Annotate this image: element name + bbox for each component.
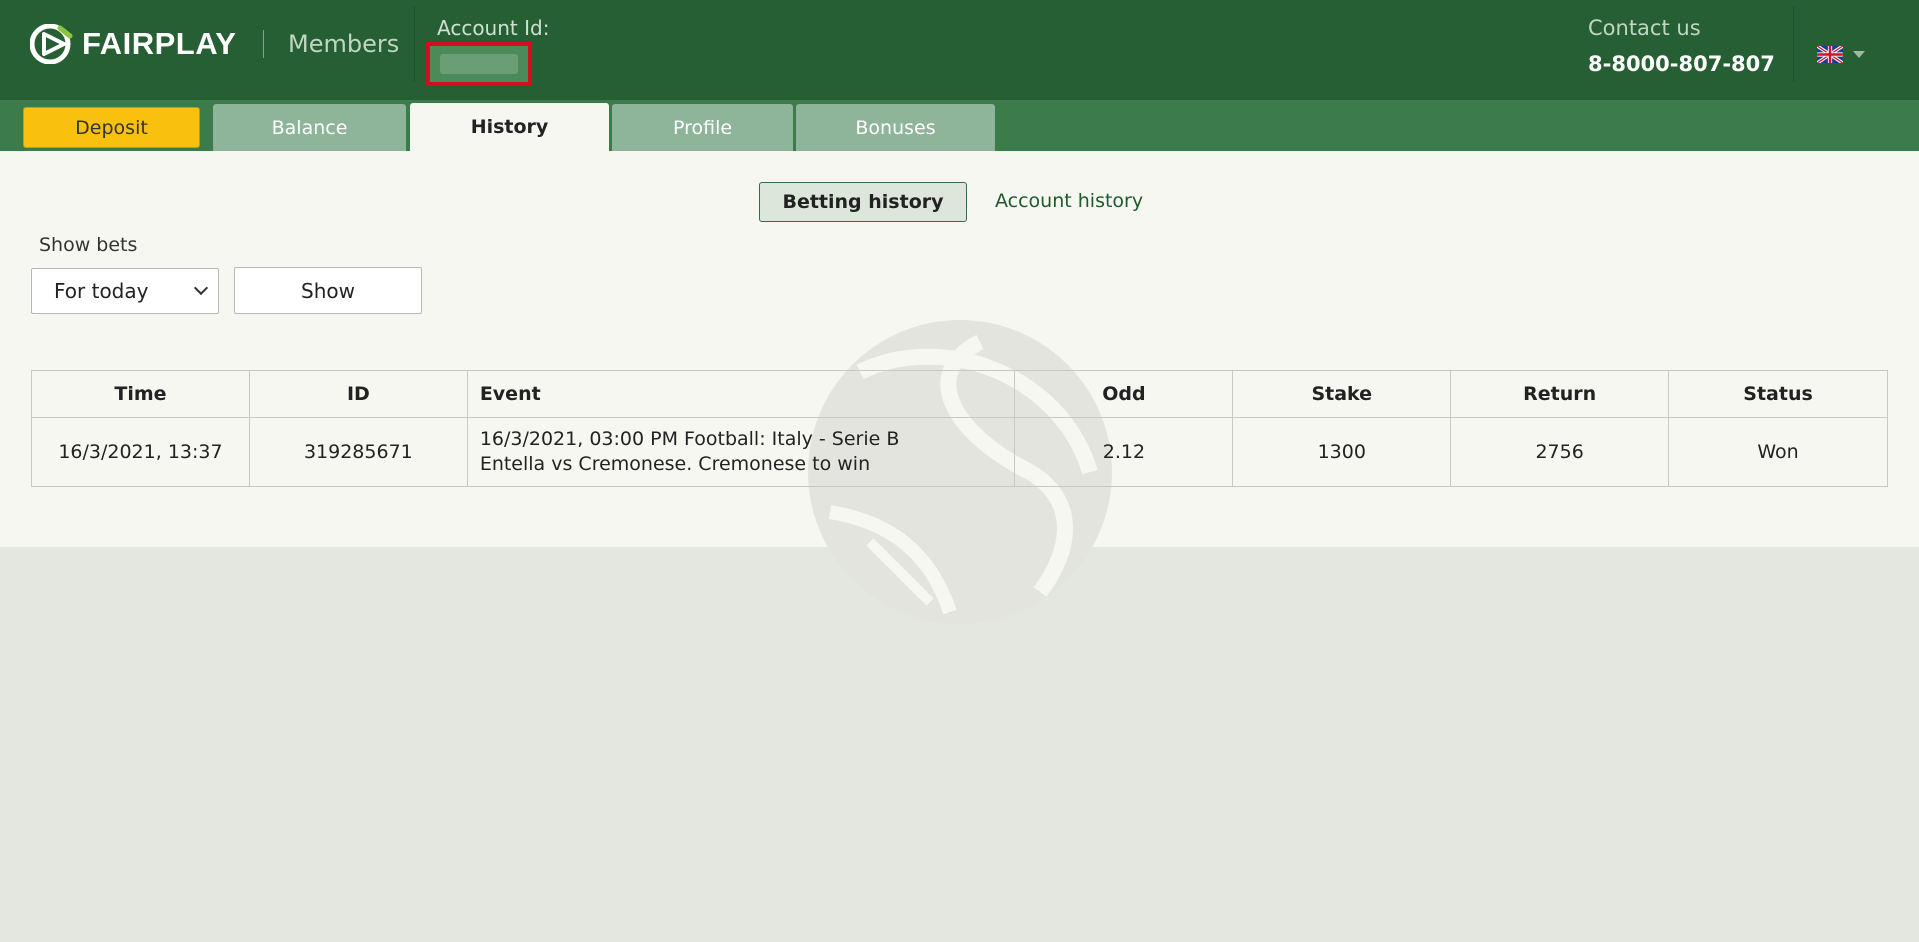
language-selector[interactable] <box>1817 46 1865 63</box>
period-select[interactable]: For today <box>31 268 219 314</box>
bet-event-line2: Entella vs Cremonese. Cremonese to win <box>479 453 871 475</box>
contact-us-label: Contact us <box>1588 16 1701 40</box>
bet-return: 2756 <box>1450 417 1670 487</box>
members-label: Members <box>288 30 400 58</box>
tab-bonuses[interactable]: Bonuses <box>796 104 995 151</box>
bet-event: 16/3/2021, 03:00 PM Football: Italy - Se… <box>466 417 1016 487</box>
brand-name: FAIRPLAY <box>82 26 237 61</box>
chevron-down-icon <box>193 280 209 296</box>
show-bets-label: Show bets <box>39 234 138 256</box>
account-id-label: Account Id: <box>437 16 550 40</box>
logo-divider <box>263 30 264 58</box>
column-header-id: ID <box>248 370 468 418</box>
show-button[interactable]: Show <box>234 267 422 314</box>
bet-status: Won <box>1668 417 1888 487</box>
chevron-down-icon <box>1853 51 1865 58</box>
account-id-value-redacted <box>426 42 532 86</box>
column-header-time: Time <box>31 370 250 418</box>
header-divider <box>414 6 415 82</box>
subtab-betting-history[interactable]: Betting history <box>759 182 967 222</box>
uk-flag-icon <box>1817 46 1843 63</box>
tab-deposit[interactable]: Deposit <box>23 107 200 148</box>
tab-balance[interactable]: Balance <box>213 104 406 151</box>
column-header-stake: Stake <box>1232 370 1452 418</box>
contact-phone[interactable]: 8-8000-807-807 <box>1588 52 1775 76</box>
top-header: FAIRPLAY Members Account Id: Contact us … <box>0 0 1919 100</box>
header-divider-right <box>1793 6 1794 82</box>
column-header-event: Event <box>466 370 1016 418</box>
tab-history[interactable]: History <box>410 103 609 151</box>
column-header-odd: Odd <box>1014 370 1234 418</box>
table-header-row: Time ID Event Odd Stake Return Status <box>31 370 1888 418</box>
period-select-value: For today <box>54 279 149 303</box>
fairplay-logo[interactable]: FAIRPLAY <box>30 24 236 64</box>
logo-icon <box>30 24 73 64</box>
bet-stake: 1300 <box>1232 417 1452 487</box>
table-row: 16/3/2021, 13:37 319285671 16/3/2021, 03… <box>31 417 1888 487</box>
column-header-status: Status <box>1668 370 1888 418</box>
bet-id: 319285671 <box>248 417 468 487</box>
bet-time: 16/3/2021, 13:37 <box>31 417 250 487</box>
bets-table: Time ID Event Odd Stake Return Status 16… <box>31 370 1888 487</box>
subtab-account-history[interactable]: Account history <box>995 190 1143 212</box>
column-header-return: Return <box>1450 370 1670 418</box>
tab-profile[interactable]: Profile <box>612 104 793 151</box>
bet-event-line1: 16/3/2021, 03:00 PM Football: Italy - Se… <box>479 428 900 450</box>
bet-odd: 2.12 <box>1014 417 1234 487</box>
